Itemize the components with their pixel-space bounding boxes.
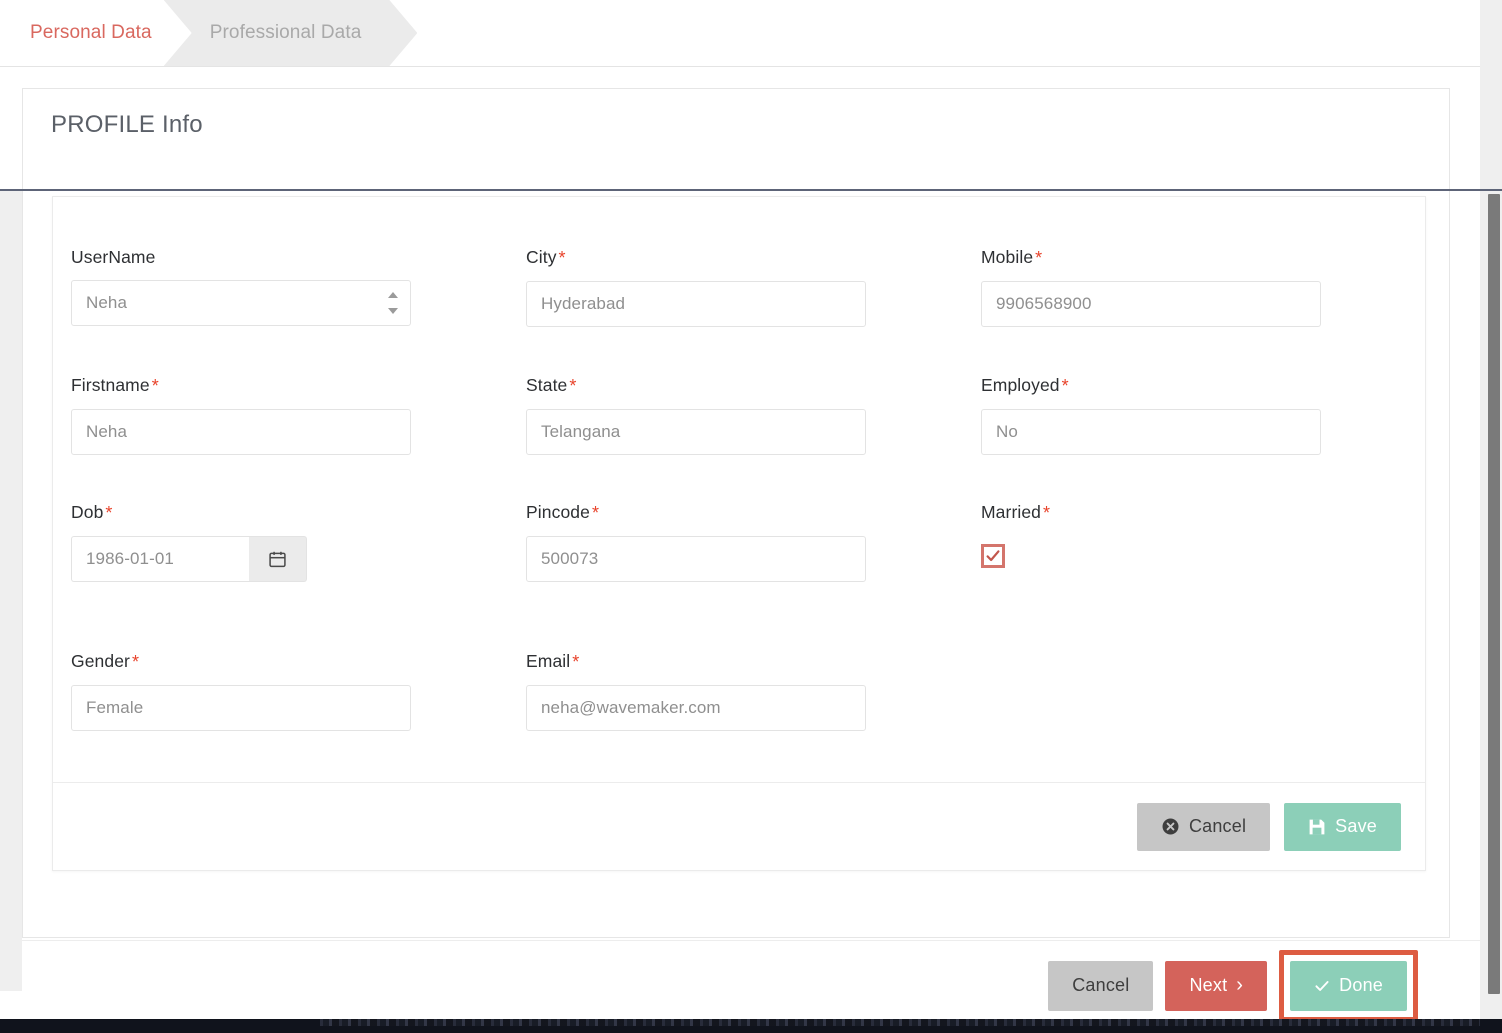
field-dob: Dob* 1986-01-01 <box>71 502 307 582</box>
field-label-employed: Employed* <box>981 375 1321 397</box>
city-input[interactable]: Hyderabad <box>526 281 866 327</box>
married-checkbox[interactable] <box>981 544 1005 568</box>
required-marker: * <box>1043 503 1050 523</box>
field-pincode: Pincode* 500073 <box>526 502 866 582</box>
viewport-divider <box>0 189 1502 191</box>
required-marker: * <box>105 503 112 523</box>
dob-input[interactable]: 1986-01-01 <box>71 536 249 582</box>
wizard-step-label: Professional Data <box>210 22 362 44</box>
pincode-input[interactable]: 500073 <box>526 536 866 582</box>
taskbar-content <box>320 1019 1480 1026</box>
label-text: Email <box>526 651 570 671</box>
field-gender: Gender* Female <box>71 651 411 731</box>
field-label-username: UserName <box>71 247 411 268</box>
wizard-step-personal-data[interactable]: Personal Data <box>0 0 192 66</box>
chevron-right-icon: › <box>1236 974 1243 997</box>
field-label-mobile: Mobile* <box>981 247 1321 269</box>
state-input[interactable]: Telangana <box>526 409 866 455</box>
mobile-input[interactable]: 9906568900 <box>981 281 1321 327</box>
wizard-next-button[interactable]: Next › <box>1165 961 1267 1011</box>
form-save-button[interactable]: Save <box>1284 803 1401 851</box>
field-label-firstname: Firstname* <box>71 375 411 397</box>
floppy-disk-icon <box>1308 818 1326 836</box>
field-firstname: Firstname* Neha <box>71 375 411 455</box>
label-text: Pincode <box>526 502 590 522</box>
form-cancel-button[interactable]: Cancel <box>1137 803 1270 851</box>
wizard-header: Personal Data Professional Data <box>0 0 1480 67</box>
label-text: Dob <box>71 502 103 522</box>
calendar-icon[interactable] <box>249 536 307 582</box>
field-label-dob: Dob* <box>71 502 307 524</box>
field-married: Married* <box>981 502 1050 568</box>
required-marker: * <box>572 652 579 672</box>
field-state: State* Telangana <box>526 375 866 455</box>
wizard-next-label: Next <box>1189 975 1227 996</box>
required-marker: * <box>152 376 159 396</box>
employed-input[interactable]: No <box>981 409 1321 455</box>
label-text: Gender <box>71 651 130 671</box>
label-text: State <box>526 375 567 395</box>
required-marker: * <box>569 376 576 396</box>
vertical-scrollbar-thumb[interactable] <box>1488 194 1500 994</box>
field-mobile: Mobile* 9906568900 <box>981 247 1321 327</box>
check-icon <box>985 548 1001 564</box>
username-select[interactable]: Neha <box>71 280 411 326</box>
field-label-married: Married* <box>981 502 1050 524</box>
required-marker: * <box>1062 376 1069 396</box>
field-employed: Employed* No <box>981 375 1321 455</box>
check-icon <box>1314 978 1330 994</box>
label-text: Firstname <box>71 375 150 395</box>
bottom-taskbar-strip <box>0 1019 1502 1033</box>
wizard-cancel-label: Cancel <box>1072 975 1129 996</box>
wizard-step-list: Personal Data Professional Data <box>0 0 1480 66</box>
email-input[interactable]: neha@wavemaker.com <box>526 685 866 731</box>
field-label-state: State* <box>526 375 866 397</box>
field-label-pincode: Pincode* <box>526 502 866 524</box>
wizard-cancel-button[interactable]: Cancel <box>1048 961 1153 1011</box>
label-text: Employed <box>981 375 1060 395</box>
label-text: City <box>526 247 557 267</box>
label-text: UserName <box>71 247 155 267</box>
required-marker: * <box>592 503 599 523</box>
left-gutter <box>0 191 22 991</box>
profile-form-body: UserName Neha City* Hyderabad Mobile* <box>53 197 1425 783</box>
circle-x-icon <box>1161 817 1180 836</box>
wizard-done-label: Done <box>1339 975 1383 996</box>
label-text: Married <box>981 502 1041 522</box>
field-label-city: City* <box>526 247 866 269</box>
username-select-wrap: Neha <box>71 280 411 326</box>
profile-form-card: UserName Neha City* Hyderabad Mobile* <box>52 196 1426 871</box>
field-email: Email* neha@wavemaker.com <box>526 651 866 731</box>
wizard-step-label: Personal Data <box>30 22 152 44</box>
wizard-actions-bar: Cancel Next › Done <box>22 940 1480 1030</box>
firstname-input[interactable]: Neha <box>71 409 411 455</box>
label-text: Mobile <box>981 247 1033 267</box>
required-marker: * <box>1035 248 1042 268</box>
wizard-done-button[interactable]: Done <box>1290 961 1407 1011</box>
done-highlight-box: Done <box>1279 950 1418 1022</box>
form-cancel-label: Cancel <box>1189 816 1246 837</box>
required-marker: * <box>132 652 139 672</box>
required-marker: * <box>559 248 566 268</box>
field-city: City* Hyderabad <box>526 247 866 327</box>
app-root: Personal Data Professional Data PROFILE … <box>0 0 1502 1033</box>
page-title: PROFILE Info <box>51 111 203 139</box>
form-save-label: Save <box>1335 816 1377 837</box>
form-footer: Cancel Save <box>53 782 1425 870</box>
gender-input[interactable]: Female <box>71 685 411 731</box>
field-label-gender: Gender* <box>71 651 411 673</box>
dob-date-group: 1986-01-01 <box>71 536 307 582</box>
wizard-step-professional-data[interactable]: Professional Data <box>164 0 418 66</box>
field-username: UserName Neha <box>71 247 411 326</box>
field-label-email: Email* <box>526 651 866 673</box>
